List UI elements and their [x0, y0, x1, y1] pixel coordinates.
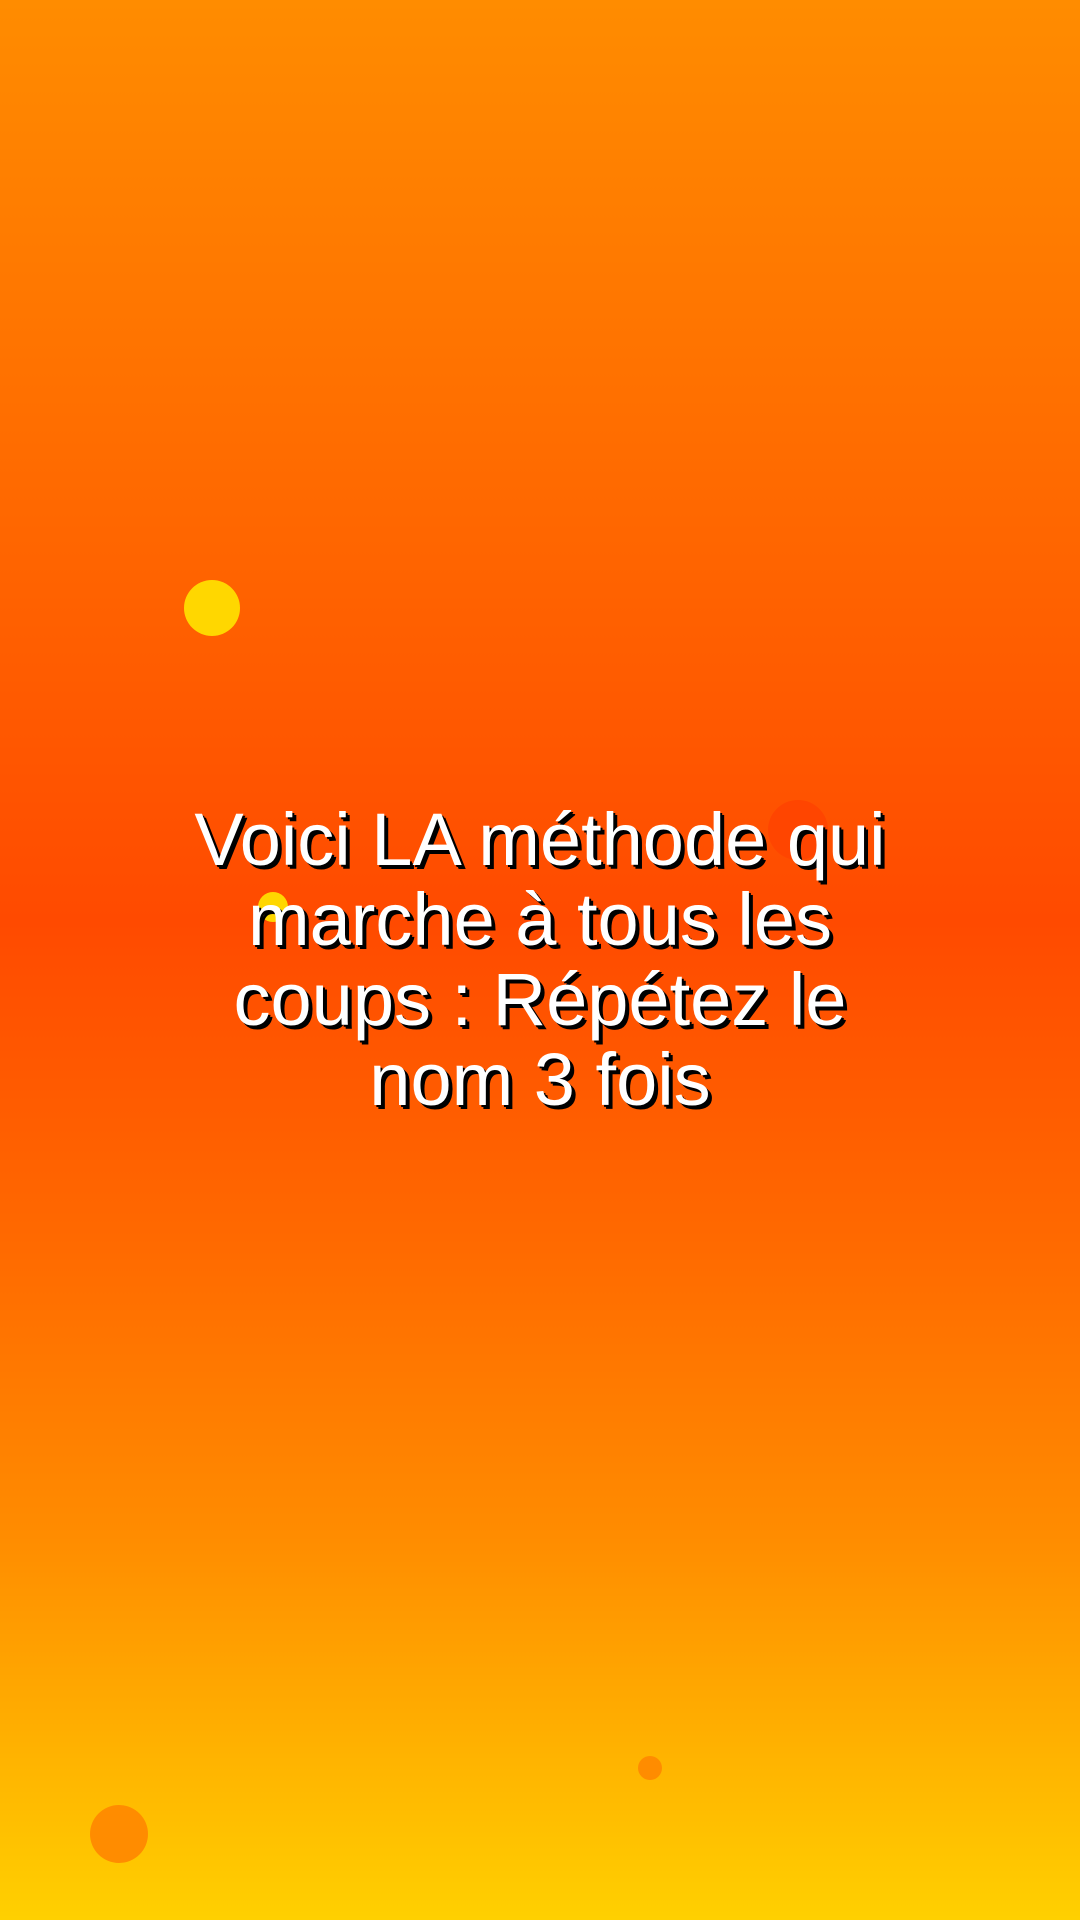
decorative-dot-yellow-large: [184, 580, 240, 636]
decorative-dot-orange-large: [90, 1805, 148, 1863]
decorative-dot-orange-small: [638, 1756, 662, 1780]
caption-text: Voici LA méthode qui marche à tous les c…: [194, 798, 886, 1121]
